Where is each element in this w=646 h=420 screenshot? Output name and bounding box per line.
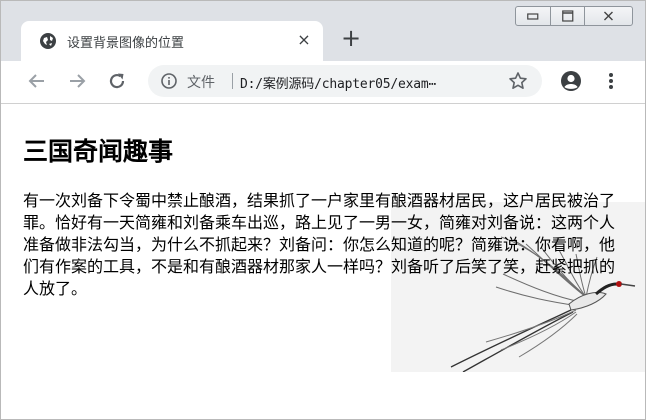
maximize-icon — [561, 10, 573, 22]
address-bar[interactable]: 文件 D:/案例源码/chapter05/exam⋯ — [148, 65, 542, 97]
minimize-icon — [527, 13, 539, 20]
story-paragraph: 有一次刘备下令蜀中禁止酿酒，结果抓了一户家里有酿酒器材居民，这户居民被治了罪。恰… — [23, 191, 616, 298]
account-icon — [561, 71, 581, 91]
tab-close-button[interactable]: × — [294, 30, 314, 50]
browser-toolbar: 文件 D:/案例源码/chapter05/exam⋯ — [1, 61, 645, 104]
menu-button[interactable] — [597, 67, 625, 95]
close-button[interactable] — [585, 7, 632, 25]
reload-button[interactable] — [103, 67, 131, 95]
active-tab[interactable]: 设置背景图像的位置 × — [21, 21, 323, 61]
arrow-left-icon — [28, 74, 44, 88]
new-tab-button[interactable]: + — [337, 24, 365, 52]
reload-icon — [109, 73, 125, 89]
star-icon — [509, 72, 527, 89]
tab-title: 设置背景图像的位置 — [67, 36, 185, 51]
omnibox-scheme-label: 文件 — [187, 75, 215, 91]
arrow-right-icon — [70, 74, 86, 88]
back-button[interactable] — [23, 67, 51, 95]
kebab-menu-icon — [609, 73, 613, 89]
page-title: 三国奇闻趣事 — [23, 137, 174, 166]
close-icon — [604, 11, 614, 21]
maximize-button[interactable] — [551, 7, 586, 25]
tab-strip: 设置背景图像的位置 × + — [1, 1, 645, 61]
info-icon[interactable] — [160, 72, 178, 90]
window-controls — [515, 6, 633, 26]
bookmark-button[interactable] — [504, 67, 532, 95]
account-button[interactable] — [557, 67, 585, 95]
url-text[interactable]: D:/案例源码/chapter05/exam⋯ — [240, 73, 436, 92]
forward-button[interactable] — [63, 67, 91, 95]
globe-icon — [40, 33, 56, 49]
page-content: 三国奇闻趣事 有一次刘备下令蜀中禁止酿酒，结果抓了一户家里有酿酒器材居民，这户居… — [1, 104, 645, 419]
browser-window: 设置背景图像的位置 × + 文件 D:/案例源码/chapter05/exam⋯… — [0, 0, 646, 420]
minimize-button[interactable] — [516, 7, 551, 25]
omnibox-divider — [232, 73, 233, 89]
